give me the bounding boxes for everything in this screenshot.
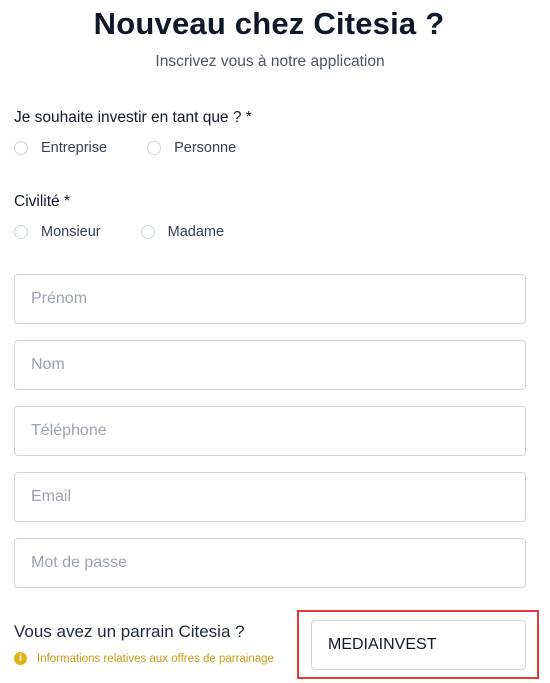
prenom-field xyxy=(14,274,526,324)
radio-circle-icon[interactable] xyxy=(147,141,162,155)
radio-label: Monsieur xyxy=(41,224,101,240)
email-field xyxy=(14,472,526,522)
sponsor-info-text: Informations relatives aux offres de par… xyxy=(37,652,274,665)
email-input[interactable] xyxy=(15,473,525,521)
radio-circle-icon[interactable] xyxy=(140,225,155,239)
sponsor-code-field xyxy=(311,620,526,670)
investor-type-label: Je souhaite investir en tant que ? * xyxy=(14,109,252,126)
investor-type-radio-group: Entreprise Personne xyxy=(14,140,276,156)
page-title: Nouveau chez Citesia ? xyxy=(93,6,445,41)
radio-label: Madame xyxy=(167,224,225,240)
radio-entreprise[interactable]: Entreprise xyxy=(14,140,107,156)
sponsor-info: i Informations relatives aux offres de p… xyxy=(14,652,274,665)
password-input[interactable] xyxy=(15,539,525,587)
radio-personne[interactable]: Personne xyxy=(147,140,236,156)
radio-label: Personne xyxy=(174,140,237,156)
telephone-field xyxy=(14,406,526,456)
radio-monsieur[interactable]: Monsieur xyxy=(14,224,101,240)
civility-radio-group: Monsieur Madame xyxy=(14,224,264,240)
civility-label: Civilité * xyxy=(14,193,70,210)
nom-input[interactable] xyxy=(15,341,525,389)
sponsor-label: Vous avez un parrain Citesia ? xyxy=(14,622,245,641)
radio-madame[interactable]: Madame xyxy=(140,224,225,240)
page-subtitle: Inscrivez vous à notre application xyxy=(155,53,385,70)
radio-circle-icon[interactable] xyxy=(14,225,28,239)
password-field xyxy=(14,538,526,588)
info-icon: i xyxy=(14,652,27,665)
prenom-input[interactable] xyxy=(15,275,525,323)
sponsor-code-input[interactable] xyxy=(312,621,525,669)
telephone-input[interactable] xyxy=(15,407,525,455)
nom-field xyxy=(14,340,526,390)
radio-label: Entreprise xyxy=(41,140,108,156)
radio-circle-icon[interactable] xyxy=(14,141,28,155)
